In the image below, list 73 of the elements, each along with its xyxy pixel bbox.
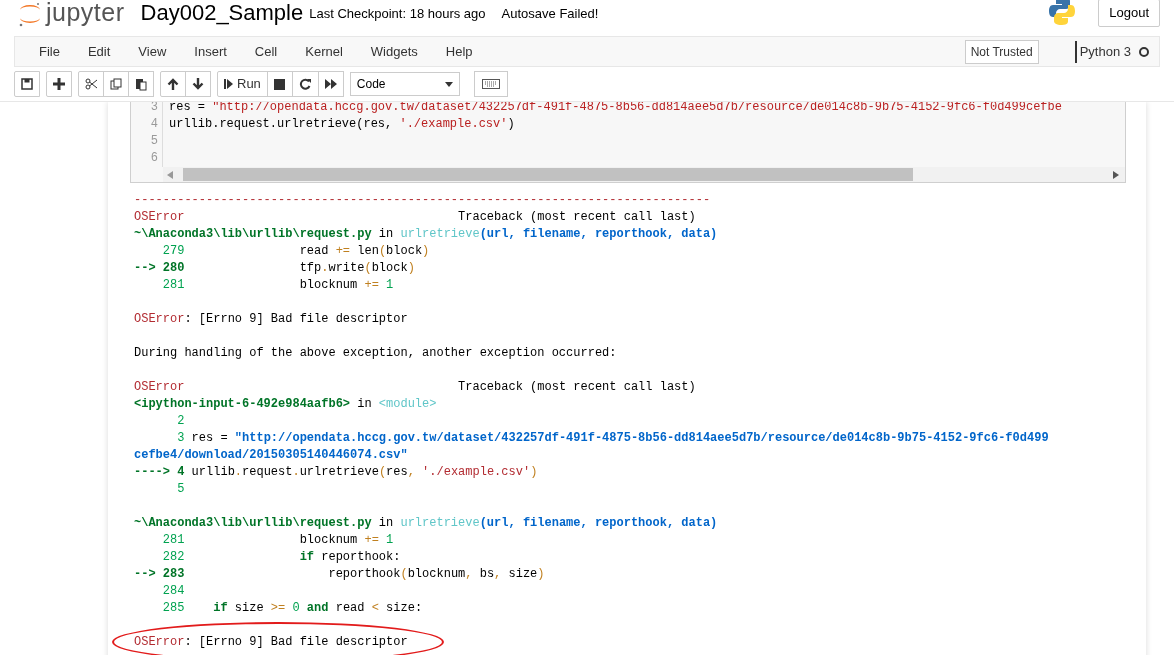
cell-type-select[interactable]: Code: [349, 72, 460, 96]
copy-icon: [110, 78, 122, 90]
menu-item[interactable]: Insert: [180, 41, 241, 62]
stop-icon: [274, 78, 286, 90]
scroll-left-icon: [167, 170, 173, 179]
traceback-line: 2: [176, 413, 185, 430]
toolbar-button[interactable]: [160, 71, 186, 97]
traceback-line: 279 read += len(block): [161, 243, 430, 260]
horizontal-scrollbar[interactable]: [163, 167, 1125, 182]
traceback-line: 282 if reporthook:: [161, 549, 401, 566]
traceback-line: 281 blocknum += 1: [161, 277, 394, 294]
traceback-line: 284: [161, 583, 185, 600]
traceback-line: 285 if size >= 0 and read < size:: [161, 600, 423, 617]
traceback-line: ~\Anaconda3\lib\urllib\request.py in urlretrieve(url, filename, reporthook, data): [134, 515, 718, 532]
menu-item[interactable]: Widgets: [356, 41, 432, 62]
traceback-line: 5: [176, 481, 185, 498]
traceback-line: OSError Traceback (most recent call last): [134, 379, 696, 396]
kernel-name: Python 3: [1074, 40, 1131, 63]
python-logo-icon: [1048, 0, 1077, 26]
scissors-icon: [85, 78, 97, 90]
toolbar-button[interactable]: [185, 71, 211, 97]
notebook-title[interactable]: Day002_Sample: [140, 2, 304, 24]
fast-forward-icon: [324, 78, 337, 90]
toolbar-button[interactable]: [14, 71, 40, 97]
code-cell[interactable]: 3 4 5 6 res = "http://opendata.hccg.gov.tw/dataset/432257df-491f-4875-8b56-dd814aee5d7b/resource/de014c8b-9b75-4152-9fc6-f0d499cefbe urllib.request.urlretrieve(res, './example.csv'): [130, 102, 1126, 183]
menu-item[interactable]: Edit: [73, 41, 125, 62]
save-icon: [21, 78, 33, 90]
trust-button[interactable]: Not Trusted: [964, 39, 1039, 64]
toolbar-button[interactable]: [78, 71, 104, 97]
line-number: 4: [149, 116, 158, 133]
traceback-line: ~\Anaconda3\lib\urllib\request.py in urlretrieve(url, filename, reporthook, data): [134, 226, 718, 243]
step-icon: [224, 78, 233, 90]
menu-item[interactable]: Cell: [240, 41, 292, 62]
plus-icon: [53, 78, 65, 90]
toolbar-button[interactable]: [317, 71, 344, 97]
toolbar-button[interactable]: [266, 71, 293, 97]
jupyter-logo-icon: [18, 1, 42, 27]
menu-item[interactable]: Help: [431, 41, 487, 62]
traceback-line: 281 blocknum += 1: [161, 532, 394, 549]
traceback-line: 3 res = "http://opendata.hccg.gov.tw/dataset/432257df-491f-4875-8b56-dd814aee5d7b/resource/de014c8b-9b75-4152-9fc6-f0d499: [176, 430, 1049, 447]
toolbar-button[interactable]: [291, 71, 319, 97]
traceback-line: ----> 4 urllib.request.urlretrieve(res, './example.csv'): [134, 464, 538, 481]
restart-icon: [298, 78, 312, 90]
code-line: res = "http://opendata.hccg.gov.tw/dataset/432257df-491f-4875-8b56-dd814aee5d7b/resource/de014c8b-9b75-4152-9fc6-f0d499cefbe: [169, 102, 1063, 116]
command-palette-button[interactable]: [473, 71, 508, 97]
traceback-line: During handling of the above exception, another exception occurred:: [134, 345, 617, 362]
caret-icon: [444, 81, 453, 87]
menu-item[interactable]: View: [124, 41, 181, 62]
line-number: 5: [149, 133, 158, 150]
traceback-line: cefbe4/download/20150305140446074.csv": [134, 447, 408, 464]
traceback-line: <ipython-input-6-492e984aafb6> in <module>: [134, 396, 437, 413]
traceback-line: OSError Traceback (most recent call last): [134, 209, 696, 226]
traceback-line: --------------------------------------------------------------------------------: [134, 192, 711, 209]
autosave-status: Autosave Failed!: [501, 5, 599, 24]
menu-item[interactable]: File: [25, 41, 74, 62]
run-button[interactable]: Run: [217, 71, 268, 97]
logo-text: jupyter: [46, 0, 125, 25]
traceback-line: --> 283 reporthook(blocknum, bs, size): [134, 566, 545, 583]
line-number: 3: [149, 102, 158, 116]
arrow-down-icon: [192, 78, 204, 90]
line-number: 6: [149, 150, 158, 167]
toolbar-button[interactable]: [46, 71, 72, 97]
traceback-line: OSError: [Errno 9] Bad file descriptor: [134, 311, 408, 328]
toolbar-button[interactable]: [128, 71, 154, 97]
arrow-up-icon: [167, 78, 179, 90]
code-line: urllib.request.urlretrieve(res, './example.csv'): [169, 116, 516, 133]
keyboard-icon: [481, 79, 500, 89]
checkpoint-status: Last Checkpoint: 18 hours ago: [309, 5, 486, 24]
menu-item[interactable]: Kernel: [291, 41, 357, 62]
traceback-line: --> 280 tfp.write(block): [134, 260, 415, 277]
scroll-right-icon: [1113, 170, 1119, 179]
paste-icon: [135, 77, 147, 91]
logout-button[interactable]: Logout: [1098, 0, 1160, 27]
